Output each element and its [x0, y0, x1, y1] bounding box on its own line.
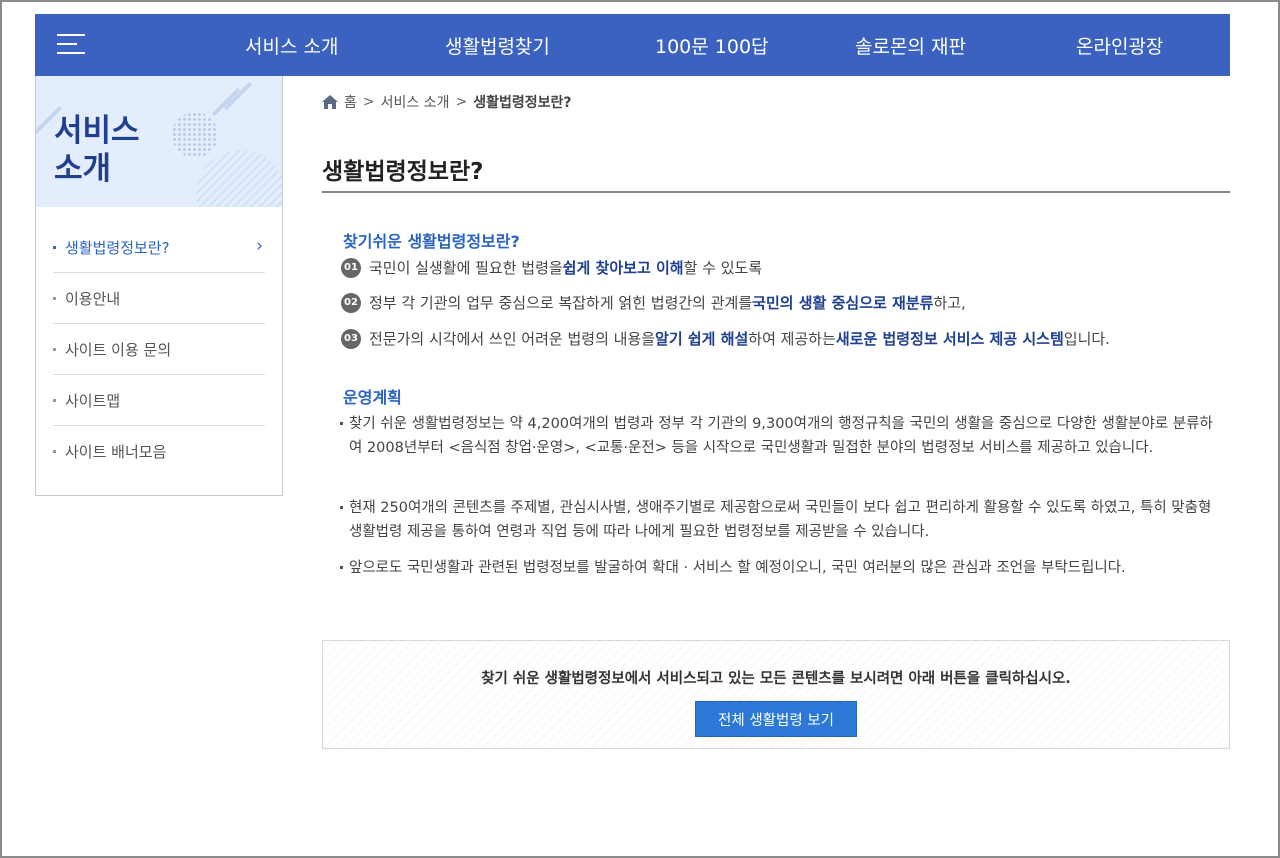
intro-item: 02 정부 각 기관의 업무 중심으로 복잡하게 얽힌 법령간의 관계를 국민의…	[341, 292, 966, 313]
intro-text: 국민이 실생활에 필요한 법령을	[369, 259, 563, 277]
intro-highlight: 쉽게 찾아보고 이해	[562, 259, 684, 277]
intro-highlight: 새로운 법령정보 서비스 제공 시스템	[835, 330, 1064, 348]
breadcrumb-service-intro[interactable]: 서비스 소개	[381, 92, 450, 112]
bullet-icon	[53, 398, 56, 402]
intro-text: 정부 각 기관의 업무 중심으로 복잡하게 얽힌 법령간의 관계를	[369, 294, 753, 312]
notice-box: 찾기 쉬운 생활법령정보에서 서비스되고 있는 모든 콘텐츠를 보시려면 아래 …	[322, 640, 1230, 749]
bullet-icon	[53, 296, 56, 300]
notice-text: 찾기 쉬운 생활법령정보에서 서비스되고 있는 모든 콘텐츠를 보시려면 아래 …	[481, 671, 1071, 687]
nav-service-intro[interactable]: 서비스 소개	[245, 32, 338, 59]
intro-item: 01 국민이 실생활에 필요한 법령을 쉽게 찾아보고 이해 할 수 있도록	[341, 257, 762, 278]
bullet-icon	[53, 347, 56, 351]
plan-item: 앞으로도 국민생활과 관련된 법령정보를 발굴하여 확대 · 서비스 할 예정이…	[340, 556, 1220, 580]
decoration	[211, 87, 241, 117]
sidebar-item-label: 이용안내	[65, 289, 121, 308]
breadcrumb-home[interactable]: 홈	[344, 92, 357, 112]
intro-text: 전문가의 시각에서 쓰인 어려운 법령의 내용을	[369, 330, 656, 348]
sidebar-title-line1: 서비스	[54, 113, 140, 149]
nav-online-plaza[interactable]: 온라인광장	[1076, 32, 1163, 59]
sidebar-item-sitemap[interactable]: 사이트맵	[53, 375, 265, 426]
sidebar-title-line2: 소개	[54, 151, 112, 187]
sidebar-item-usage-guide[interactable]: 이용안내	[53, 273, 265, 324]
breadcrumb-current: 생활법령정보란?	[473, 95, 572, 111]
sidebar-item-site-inquiry[interactable]: 사이트 이용 문의	[53, 324, 265, 375]
plan-item: 현재 250여개의 콘텐츠를 주제별, 관심시사별, 생애주기별로 제공함으로써…	[340, 496, 1220, 544]
sidebar-item-label: 생활법령정보란?	[65, 238, 170, 257]
intro-text: 입니다.	[1063, 330, 1110, 348]
intro-item: 03 전문가의 시각에서 쓰인 어려운 법령의 내용을 알기 쉽게 해설 하여 제…	[341, 328, 1110, 349]
sidebar-menu: 생활법령정보란? › 이용안내 사이트 이용 문의 사이트맵 사이트 배너모음	[36, 207, 282, 477]
view-all-laws-button[interactable]: 전체 생활법령 보기	[695, 701, 857, 737]
bullet-icon	[53, 245, 56, 249]
title-divider	[322, 191, 1230, 193]
number-badge: 01	[341, 257, 361, 278]
sidebar-header: 서비스 소개	[36, 76, 282, 207]
plan-heading: 운영계획	[343, 388, 402, 407]
nav-find-law[interactable]: 생활법령찾기	[445, 32, 550, 59]
intro-highlight: 국민의 생활 중심으로 재분류	[752, 294, 934, 312]
number-badge: 03	[341, 328, 361, 349]
breadcrumb: 홈 > 서비스 소개 > 생활법령정보란?	[322, 92, 572, 112]
number-badge: 02	[341, 292, 361, 313]
sidebar-item-law-info[interactable]: 생활법령정보란? ›	[53, 222, 265, 273]
nav-solomon-trial[interactable]: 솔로몬의 재판	[855, 32, 966, 59]
sidebar: 서비스 소개 생활법령정보란? › 이용안내 사이트 이용 문의 사이트맵 사이…	[35, 76, 283, 496]
sidebar-item-label: 사이트 배너모음	[65, 443, 167, 461]
sidebar-title: 서비스 소개	[54, 112, 140, 188]
sidebar-item-label: 사이트 이용 문의	[65, 340, 172, 359]
home-icon[interactable]	[322, 95, 338, 109]
bullet-icon	[53, 450, 56, 453]
top-navigation: 서비스 소개 생활법령찾기 100문 100답 솔로몬의 재판 온라인광장	[35, 14, 1230, 76]
sidebar-item-label: 사이트맵	[65, 391, 121, 410]
intro-heading: 찾기쉬운 생활법령정보란?	[343, 232, 520, 251]
sidebar-item-banners[interactable]: 사이트 배너모음	[53, 426, 265, 477]
decoration	[172, 112, 218, 158]
breadcrumb-separator: >	[362, 94, 375, 110]
intro-highlight: 알기 쉽게 해설	[655, 330, 749, 348]
breadcrumb-separator: >	[455, 94, 468, 110]
plan-item: 찾기 쉬운 생활법령정보는 약 4,200여개의 법령과 정부 각 기관의 9,…	[340, 412, 1220, 460]
intro-text: 할 수 있도록	[683, 259, 763, 277]
menu-icon[interactable]	[57, 32, 85, 56]
page-title: 생활법령정보란?	[322, 159, 484, 185]
intro-text: 하고,	[933, 294, 966, 312]
nav-100-qa[interactable]: 100문 100답	[655, 32, 769, 59]
intro-text: 하여 제공하는	[748, 330, 836, 348]
chevron-right-icon: ›	[256, 236, 263, 256]
decoration	[196, 150, 282, 207]
